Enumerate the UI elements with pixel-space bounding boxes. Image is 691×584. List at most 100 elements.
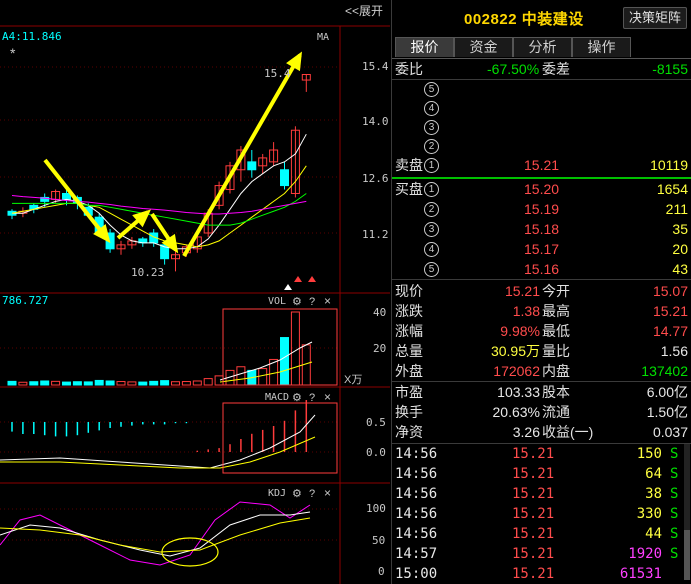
volume-bar xyxy=(51,380,61,386)
diff-value: -8155 xyxy=(652,61,688,77)
tick-row[interactable]: 15:00 15.21 61531 xyxy=(392,564,691,584)
volume-bar xyxy=(192,380,202,386)
tick-time: 14:56 xyxy=(395,506,438,522)
arrow-down-1 xyxy=(43,158,110,242)
ask-row[interactable]: 卖盘 1 15.21 10119 xyxy=(392,155,691,175)
ask-row[interactable]: 2 xyxy=(392,136,691,156)
bid-row[interactable]: 4 15.17 20 xyxy=(392,239,691,259)
quote-value: 15.07 xyxy=(652,283,688,299)
fund-value: 20.63% xyxy=(492,404,540,420)
macd-bars xyxy=(11,400,308,452)
bid-row[interactable]: 3 15.18 35 xyxy=(392,219,691,239)
ask-row[interactable]: 4 xyxy=(392,98,691,118)
bid-row[interactable]: 买盘 1 15.20 1654 xyxy=(392,179,691,199)
tick-side: S xyxy=(670,546,679,562)
title-bar: 002822 中装建设 决策矩阵 xyxy=(392,0,691,32)
tick-time: 14:56 xyxy=(395,466,438,482)
volume-ma-lines xyxy=(219,341,313,383)
tick-time: 14:56 xyxy=(395,486,438,502)
vol-gear-icon[interactable]: ⚙ xyxy=(292,296,302,308)
tab-quote[interactable]: 报价 xyxy=(395,37,454,57)
bid-price: 15.19 xyxy=(524,201,560,217)
quote-label: 现价 xyxy=(395,283,423,299)
quote-label: 外盘 xyxy=(395,363,423,379)
kdj-help-icon[interactable]: ? xyxy=(309,488,315,500)
tick-row[interactable]: 14:56 15.21 38 S xyxy=(392,484,691,504)
ask-row[interactable]: 5 xyxy=(392,79,691,99)
tick-row[interactable]: 14:57 15.21 1920 S xyxy=(392,544,691,564)
bid-row[interactable]: 5 15.16 43 xyxy=(392,259,691,279)
bid-volume: 35 xyxy=(672,221,688,237)
tick-time: 14:56 xyxy=(395,526,438,542)
volume-bar xyxy=(149,380,159,386)
decision-matrix-button[interactable]: 决策矩阵 xyxy=(622,7,687,29)
kdj-gear-icon[interactable]: ⚙ xyxy=(292,488,302,500)
tick-row[interactable]: 14:56 15.21 64 S xyxy=(392,464,691,484)
fund-value: 103.33 xyxy=(497,384,540,400)
macd-close-icon[interactable]: × xyxy=(324,390,331,404)
quote-row: 外盘 172062 内盘 137402 xyxy=(392,361,691,381)
fund-label: 换手 xyxy=(395,404,423,420)
arrow-up-2 xyxy=(182,54,302,257)
quote-row: 涨跌 1.38 最高 15.21 xyxy=(392,301,691,321)
price-tick: 14.0 xyxy=(362,115,389,128)
tick-side: S xyxy=(670,486,679,502)
volume-bar xyxy=(171,381,180,386)
tick-volume: 44 xyxy=(645,526,662,542)
ask-row[interactable]: 3 xyxy=(392,117,691,137)
fund-label: 流通 xyxy=(542,404,570,420)
fundamental-row: 净资 3.26 收益(一) 0.037 xyxy=(392,422,691,442)
scrollbar-thumb[interactable] xyxy=(684,530,690,580)
quote-label: 最低 xyxy=(542,323,570,339)
macd-help-icon[interactable]: ? xyxy=(309,392,315,404)
chart-svg[interactable]: A4:11.846 * MA 15.4 10.23 <<展开 15.4 14.0… xyxy=(0,0,390,584)
tick-row[interactable]: 14:56 15.21 150 S xyxy=(392,444,691,464)
macd-gear-icon[interactable]: ⚙ xyxy=(292,392,302,404)
tick-price: 15.21 xyxy=(512,466,555,482)
quote-row: 涨幅 9.98% 最低 14.77 xyxy=(392,321,691,341)
kdj-tick: 100 xyxy=(366,502,386,515)
tab-analysis[interactable]: 分析 xyxy=(513,37,572,57)
tick-row[interactable]: 14:56 15.21 330 S xyxy=(392,504,691,524)
tab-bar: 报价 资金 分析 操作 xyxy=(392,36,691,59)
tick-price: 15.21 xyxy=(512,506,555,522)
tick-volume: 1920 xyxy=(628,546,662,562)
kdj-tick: 0 xyxy=(378,565,385,578)
bid-row[interactable]: 2 15.19 211 xyxy=(392,199,691,219)
quote-row: 总量 30.95万 量比 1.56 xyxy=(392,341,691,361)
tab-operation[interactable]: 操作 xyxy=(572,37,631,57)
vol-tick: 40 xyxy=(373,306,386,319)
quote-label: 最高 xyxy=(542,303,570,319)
bid-label: 买盘 xyxy=(395,181,423,197)
tick-side: S xyxy=(670,506,679,522)
white-marker-icon xyxy=(284,284,292,290)
tab-funds[interactable]: 资金 xyxy=(454,37,513,57)
expand-button[interactable]: <<展开 xyxy=(345,4,383,18)
chart-area[interactable]: A4:11.846 * MA 15.4 10.23 <<展开 15.4 14.0… xyxy=(0,0,390,584)
macd-lines xyxy=(0,414,316,469)
volume-bar xyxy=(7,380,17,386)
volume-bar xyxy=(203,378,213,386)
tick-price: 15.21 xyxy=(512,566,555,582)
volume-bar xyxy=(181,381,191,386)
tick-time: 14:57 xyxy=(395,546,438,562)
vol-help-icon[interactable]: ? xyxy=(309,296,315,308)
kdj-close-icon[interactable]: × xyxy=(324,486,331,500)
tick-volume: 330 xyxy=(636,506,662,522)
vol-close-icon[interactable]: × xyxy=(324,294,331,308)
volume-bar xyxy=(72,381,82,386)
bid-price: 15.17 xyxy=(524,241,560,257)
up-marker-icon xyxy=(308,276,316,282)
panel-borders xyxy=(0,25,390,584)
up-marker-icon xyxy=(294,276,302,282)
tick-scrollbar[interactable] xyxy=(684,444,690,580)
volume-bar xyxy=(62,381,71,386)
volume-bar xyxy=(94,379,104,386)
bid-volume: 211 xyxy=(665,201,688,217)
tick-row[interactable]: 14:56 15.21 44 S xyxy=(392,524,691,544)
fund-value: 0.037 xyxy=(652,424,688,440)
tick-time: 14:56 xyxy=(395,446,438,462)
tick-volume: 38 xyxy=(645,486,662,502)
bid-volume: 20 xyxy=(672,241,688,257)
low-mark: 10.23 xyxy=(131,266,164,279)
